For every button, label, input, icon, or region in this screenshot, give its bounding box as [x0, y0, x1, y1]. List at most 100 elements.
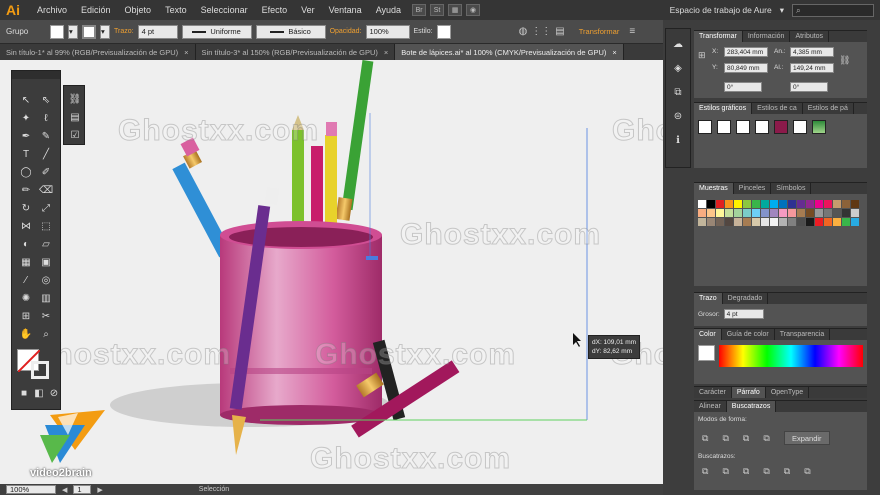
color-swatch[interactable] — [842, 200, 850, 208]
paintbrush-icon[interactable]: ✐ — [39, 165, 53, 179]
tab-color[interactable]: Color — [694, 329, 722, 340]
tab-opentype[interactable]: OpenType — [766, 387, 810, 398]
artboards-icon[interactable]: ⧉ — [671, 85, 685, 99]
rotate-field[interactable]: 0° — [724, 82, 762, 92]
exclude-icon[interactable]: ⧉ — [763, 433, 769, 444]
menu-texto[interactable]: Texto — [158, 5, 194, 15]
stock-button[interactable]: St — [430, 4, 445, 16]
crop-icon[interactable]: ⧉ — [763, 466, 769, 477]
color-swatch[interactable] — [698, 200, 706, 208]
color-swatch[interactable] — [734, 209, 742, 217]
x-field[interactable]: 283,404 mm — [724, 47, 768, 57]
color-swatch[interactable] — [797, 209, 805, 217]
menu-ventana[interactable]: Ventana — [322, 5, 369, 15]
color-swatch[interactable] — [752, 218, 760, 226]
color-swatch[interactable] — [716, 209, 724, 217]
mesh-tool-icon[interactable]: ▦ — [19, 255, 33, 269]
tab-transformar[interactable]: Transformar — [694, 31, 743, 42]
stroke-link[interactable]: Trazo: — [114, 28, 134, 35]
color-swatch[interactable] — [833, 218, 841, 226]
color-swatch[interactable] — [824, 218, 832, 226]
perspective-icon[interactable]: ▱ — [39, 237, 53, 251]
close-icon[interactable]: × — [384, 48, 388, 57]
scale-tool-icon[interactable]: ⤢ — [39, 201, 53, 215]
tab-estilos-graficos[interactable]: Estilos gráficos — [694, 103, 753, 114]
width-field[interactable]: 4,385 mm — [790, 47, 834, 57]
color-swatch[interactable] — [842, 209, 850, 217]
tab-degradado[interactable]: Degradado — [723, 293, 769, 304]
height-field[interactable]: 149,24 mm — [790, 63, 834, 73]
y-field[interactable]: 80,849 mm — [724, 63, 768, 73]
color-swatch[interactable] — [698, 218, 706, 226]
menu-icon[interactable]: ≡ — [629, 26, 635, 37]
reference-point-icon[interactable]: ⊞ — [698, 50, 706, 61]
free-transform-icon[interactable]: ⬚ — [39, 219, 53, 233]
brush-dropdown[interactable]: Básico — [255, 24, 326, 39]
color-swatch[interactable] — [842, 218, 850, 226]
gradient-tool-icon[interactable]: ▣ — [39, 255, 53, 269]
menu-efecto[interactable]: Efecto — [255, 5, 295, 15]
gpu-button[interactable]: ◉ — [466, 4, 481, 16]
color-swatch[interactable] — [797, 218, 805, 226]
menu-ver[interactable]: Ver — [294, 5, 322, 15]
direct-selection-tool-icon[interactable]: ⇖ — [39, 93, 53, 107]
trim-icon[interactable]: ⧉ — [722, 466, 728, 477]
style-dotted[interactable] — [774, 120, 788, 134]
rotate-tool-icon[interactable]: ↻ — [19, 201, 33, 215]
width-tool-icon[interactable]: ⋈ — [19, 219, 33, 233]
magic-wand-icon[interactable]: ✦ — [19, 111, 33, 125]
shear-field[interactable]: 0° — [790, 82, 828, 92]
style-blank[interactable] — [793, 120, 807, 134]
menu-seleccionar[interactable]: Seleccionar — [194, 5, 255, 15]
expand-button[interactable]: Expandir — [783, 431, 830, 445]
constrain-link-icon[interactable]: ⛓ — [839, 55, 850, 66]
color-swatch[interactable] — [707, 209, 715, 217]
workspace-switcher[interactable]: Espacio de trabajo de Aure — [670, 5, 772, 15]
tab-transparencia[interactable]: Transparencia — [775, 329, 831, 340]
unite-icon[interactable]: ⧉ — [702, 433, 708, 444]
merge-icon[interactable]: ⧉ — [743, 466, 749, 477]
color-swatch[interactable] — [851, 218, 859, 226]
tab-guia-color[interactable]: Guía de color — [722, 329, 775, 340]
align-icon[interactable]: ⋮⋮ — [531, 26, 551, 37]
profile-dropdown[interactable]: Uniforme — [181, 24, 252, 39]
selection-tool-icon[interactable]: ↖ — [19, 93, 33, 107]
tab-buscatrazos[interactable]: Buscatrazos — [726, 401, 777, 412]
stroke-dropdown[interactable]: ▾ — [100, 24, 110, 39]
menu-ayuda[interactable]: Ayuda — [369, 5, 408, 15]
color-swatch[interactable] — [761, 200, 769, 208]
hand-tool-icon[interactable]: ✋ — [19, 327, 33, 341]
tab-simbolos[interactable]: Símbolos — [771, 183, 812, 194]
opacity-field[interactable]: 100% — [365, 24, 410, 39]
zoom-tool-icon[interactable]: ⌕ — [39, 327, 53, 341]
color-swatch[interactable] — [725, 200, 733, 208]
cc-libraries-icon[interactable]: ☁ — [671, 37, 685, 51]
eyedropper-icon[interactable]: ⁄ — [19, 273, 33, 287]
line-tool-icon[interactable]: ╱ — [39, 147, 53, 161]
outline-icon[interactable]: ⧉ — [784, 466, 790, 477]
color-swatch[interactable] — [707, 200, 715, 208]
color-swatch[interactable] — [806, 209, 814, 217]
color-swatch[interactable] — [806, 218, 814, 226]
shape-builder-icon[interactable]: ◐ — [19, 237, 33, 251]
tab-muestras[interactable]: Muestras — [694, 183, 734, 194]
color-swatch[interactable] — [734, 200, 742, 208]
ellipse-tool-icon[interactable]: ◯ — [19, 165, 33, 179]
color-swatch[interactable] — [725, 218, 733, 226]
color-swatch[interactable] — [752, 209, 760, 217]
gradient-mode-icon[interactable]: ◧ — [32, 386, 46, 400]
color-swatch[interactable] — [851, 200, 859, 208]
color-swatch[interactable] — [725, 209, 733, 217]
tab-bote-lapices[interactable]: Bote de lápices.ai* al 100% (CMYK/Previs… — [395, 44, 624, 60]
color-swatch[interactable] — [788, 209, 796, 217]
color-swatch[interactable] — [716, 200, 724, 208]
intersect-icon[interactable]: ⧉ — [743, 433, 749, 444]
next-artboard-icon[interactable]: ▶ — [97, 486, 102, 494]
color-swatch[interactable] — [707, 218, 715, 226]
transform-link[interactable]: Transformar — [579, 27, 620, 36]
document-icon[interactable]: ▤ — [68, 110, 82, 124]
fill-dropdown[interactable]: ▾ — [68, 24, 78, 39]
style-shadow[interactable] — [717, 120, 731, 134]
close-icon[interactable]: × — [184, 48, 188, 57]
type-tool-icon[interactable]: T — [19, 147, 33, 161]
